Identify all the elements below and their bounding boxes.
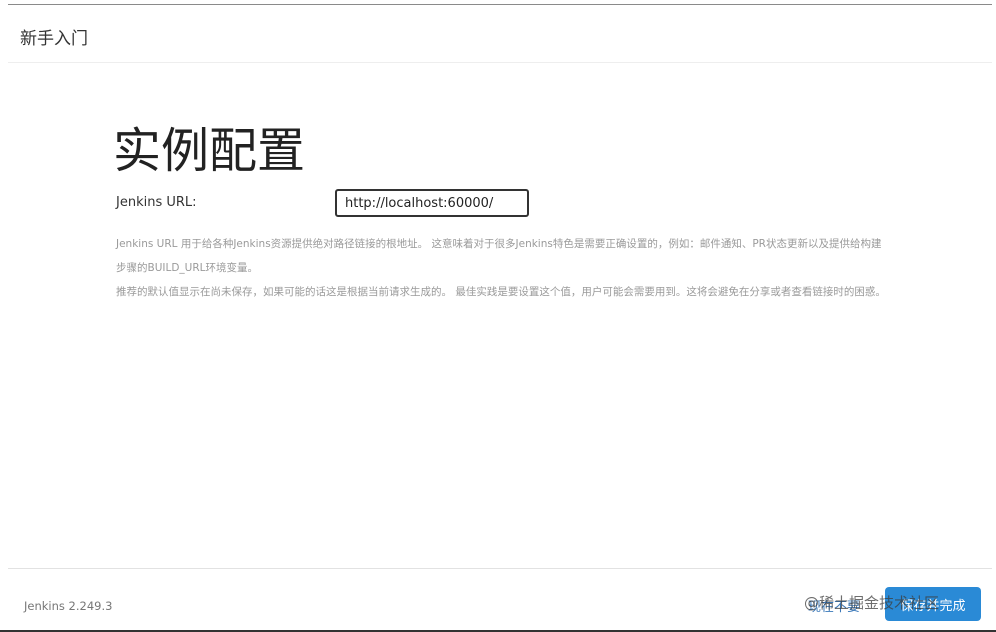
setup-wizard-dialog: 新手入门 实例配置 Jenkins URL: Jenkins URL 用于给各种… [8,4,992,632]
dialog-header: 新手入门 [8,5,992,63]
dialog-title: 新手入门 [20,29,88,49]
help-paragraph-2: 推荐的默认值显示在尚未保存，如果可能的话这是根据当前请求生成的。 最佳实践是要设… [116,286,886,298]
dialog-footer: Jenkins 2.249.3 现在不要 保存并完成 [8,568,992,632]
save-and-finish-button[interactable]: 保存并完成 [885,587,981,621]
page-title: 实例配置 [113,123,306,179]
jenkins-url-help-text: Jenkins URL 用于给各种Jenkins资源提供绝对路径链接的根地址。 … [116,232,886,304]
jenkins-url-label: Jenkins URL: [116,195,197,210]
help-paragraph-1: Jenkins URL 用于给各种Jenkins资源提供绝对路径链接的根地址。 … [116,238,882,274]
jenkins-url-input[interactable] [335,189,529,217]
not-now-link[interactable]: 现在不要 [808,596,860,615]
version-label: Jenkins 2.249.3 [24,599,113,613]
